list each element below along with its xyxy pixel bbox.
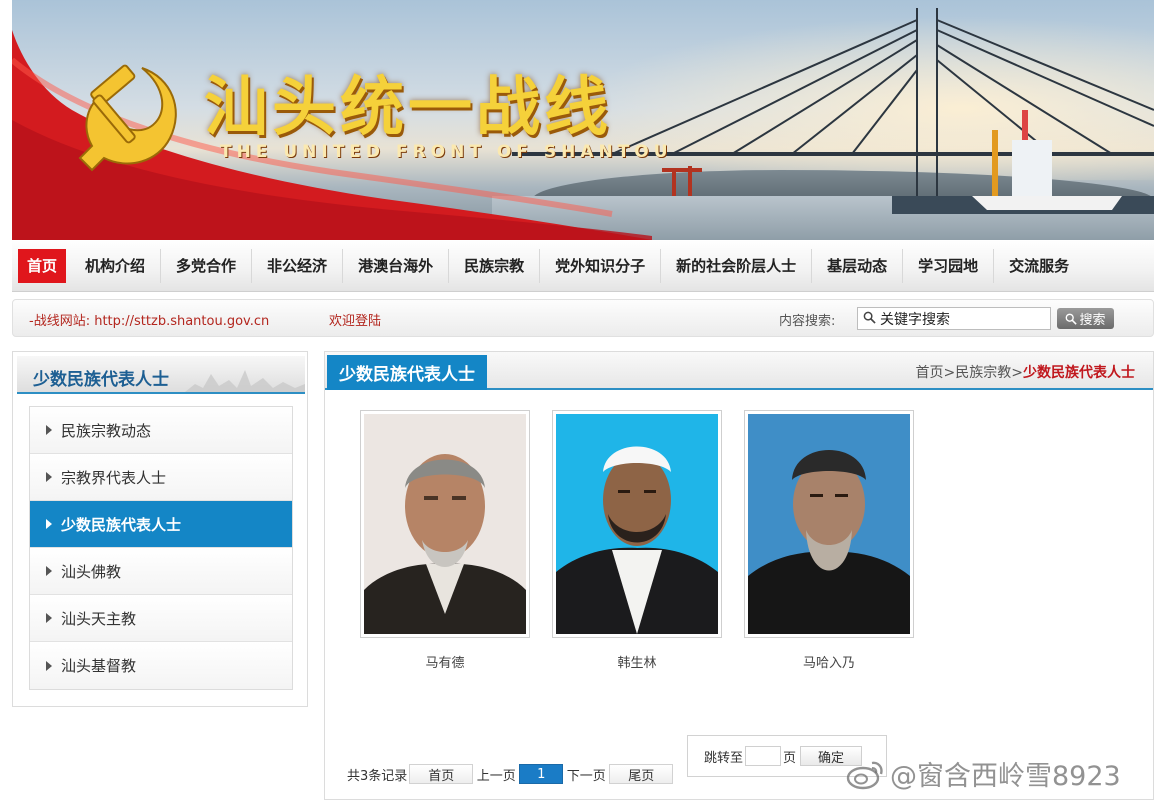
sidebar-item-label: 汕头基督教: [61, 657, 137, 675]
total-records: 共3条记录: [347, 768, 408, 784]
marquee-welcome: 欢迎登陆: [329, 314, 382, 329]
photo-frame: [744, 410, 914, 638]
sidebar-title: 少数民族代表人士: [33, 370, 169, 390]
search-button[interactable]: 搜索: [1057, 308, 1114, 329]
search-input[interactable]: [857, 307, 1051, 330]
person-name[interactable]: 韩生林: [552, 652, 722, 671]
site-title: 汕头统一战线: [204, 70, 612, 145]
content-header: 少数民族代表人士 首页>民族宗教>少数民族代表人士: [325, 352, 1153, 390]
person-photo: [364, 414, 526, 634]
weibo-logo-icon: [846, 761, 883, 789]
nav-item[interactable]: 多党合作: [161, 248, 253, 283]
caret-right-icon: [46, 613, 52, 623]
breadcrumb-section[interactable]: 民族宗教: [955, 365, 1011, 381]
sidebar-item-label: 汕头佛教: [61, 562, 122, 581]
marquee-site-link[interactable]: -战线网站: http://sttzb.shantou.gov.cn: [29, 310, 269, 329]
nav-item[interactable]: 民族宗教: [449, 248, 541, 283]
main-nav: 首页 机构介绍 多党合作 非公经济 港澳台海外 民族宗教 党外知识分子 新的社会阶层人士 基层动…: [12, 240, 1154, 292]
sidebar-item[interactable]: 汕头佛教: [30, 548, 292, 595]
person-card[interactable]: 马哈入乃: [744, 410, 914, 671]
sidebar-item[interactable]: 少数民族代表人士: [30, 501, 292, 548]
person-photo: [748, 414, 910, 634]
caret-right-icon: [46, 566, 52, 576]
nav-item[interactable]: 学习园地: [903, 248, 995, 283]
search-button-icon: [1066, 313, 1078, 325]
watermark-text: @窗含西岭雪8923: [890, 761, 1121, 792]
sidebar-item[interactable]: 汕头基督教: [30, 642, 292, 689]
sidebar-header: 少数民族代表人士: [17, 356, 305, 394]
caret-right-icon: [46, 425, 52, 435]
search-label: 内容搜索:: [779, 314, 836, 329]
watermark: @窗含西岭雪8923: [846, 754, 1121, 793]
person-name[interactable]: 马有德: [360, 652, 530, 671]
breadcrumb-current: 少数民族代表人士: [1023, 365, 1135, 381]
caret-right-icon: [46, 660, 52, 671]
info-bar: -战线网站: http://sttzb.shantou.gov.cn 欢迎登陆 …: [12, 299, 1154, 337]
sidebar-menu: 民族宗教动态 宗教界代表人士 少数民族代表人士 汕头佛教汕头天主教汕头基督教: [29, 406, 293, 690]
person-card[interactable]: 马有德: [360, 410, 530, 671]
jump-label: 跳转至: [704, 750, 744, 766]
nav-item[interactable]: 首页: [18, 248, 67, 283]
search-button-label: 搜索: [1079, 313, 1106, 328]
nav-item[interactable]: 党外知识分子: [540, 248, 662, 283]
breadcrumb: 首页>民族宗教>少数民族代表人士: [916, 362, 1135, 382]
sidebar-item-label: 少数民族代表人士: [61, 515, 182, 534]
main-content: 少数民族代表人士 首页>民族宗教>少数民族代表人士 马有德 韩生林 马哈入乃 跳…: [324, 351, 1154, 800]
sidebar-item[interactable]: 汕头天主教: [30, 595, 292, 642]
header-banner: 汕头统一战线 THE UNITED FRONT OF SHANTOU: [12, 0, 1154, 240]
current-page-button[interactable]: 1: [519, 764, 564, 784]
breadcrumb-separator: >: [1011, 365, 1023, 381]
nav-item[interactable]: 基层动态: [812, 248, 904, 283]
jump-page-unit: 页: [783, 750, 797, 766]
photo-frame: [360, 410, 530, 638]
sidebar: 少数民族代表人士 民族宗教动态 宗教界代表人士 少数民族代表人士 汕头佛教 汕头天主教汕…: [12, 351, 308, 707]
first-page-button[interactable]: 首页: [409, 764, 474, 784]
site-title-english: THE UNITED FRONT OF SHANTOU: [220, 142, 673, 162]
sidebar-item[interactable]: 民族宗教动态: [30, 407, 292, 454]
search-icon: [863, 311, 876, 324]
jump-page-input[interactable]: [745, 746, 782, 766]
next-page-button[interactable]: 下一页: [563, 764, 609, 784]
sidebar-item-label: 民族宗教动态: [61, 421, 152, 440]
nav-item[interactable]: 新的社会阶层人士: [661, 248, 813, 283]
breadcrumb-separator: >: [943, 365, 956, 381]
sidebar-item-label: 宗教界代表人士: [61, 468, 167, 487]
person-card[interactable]: 韩生林: [552, 410, 722, 671]
person-name[interactable]: 马哈入乃: [744, 652, 914, 671]
nav-item[interactable]: 非公经济: [252, 248, 344, 283]
nav-item[interactable]: 交流服务: [994, 249, 1084, 283]
sidebar-item-label: 汕头天主教: [61, 609, 137, 628]
pagination: 共3条记录 首页 上一页 1 下一页 尾页: [347, 764, 674, 784]
sidebar-item[interactable]: 宗教界代表人士: [30, 454, 292, 501]
photo-frame: [552, 410, 722, 638]
caret-right-icon: [46, 519, 52, 529]
skyline-decoration-icon: [185, 370, 305, 392]
breadcrumb-home[interactable]: 首页: [916, 365, 944, 381]
last-page-button[interactable]: 尾页: [609, 764, 674, 784]
content-tab-title: 少数民族代表人士: [327, 355, 487, 390]
nav-item[interactable]: 机构介绍: [70, 248, 162, 283]
person-photo: [556, 414, 718, 634]
nav-item[interactable]: 港澳台海外: [343, 248, 450, 283]
caret-right-icon: [46, 472, 52, 482]
prev-page-button[interactable]: 上一页: [473, 764, 519, 784]
